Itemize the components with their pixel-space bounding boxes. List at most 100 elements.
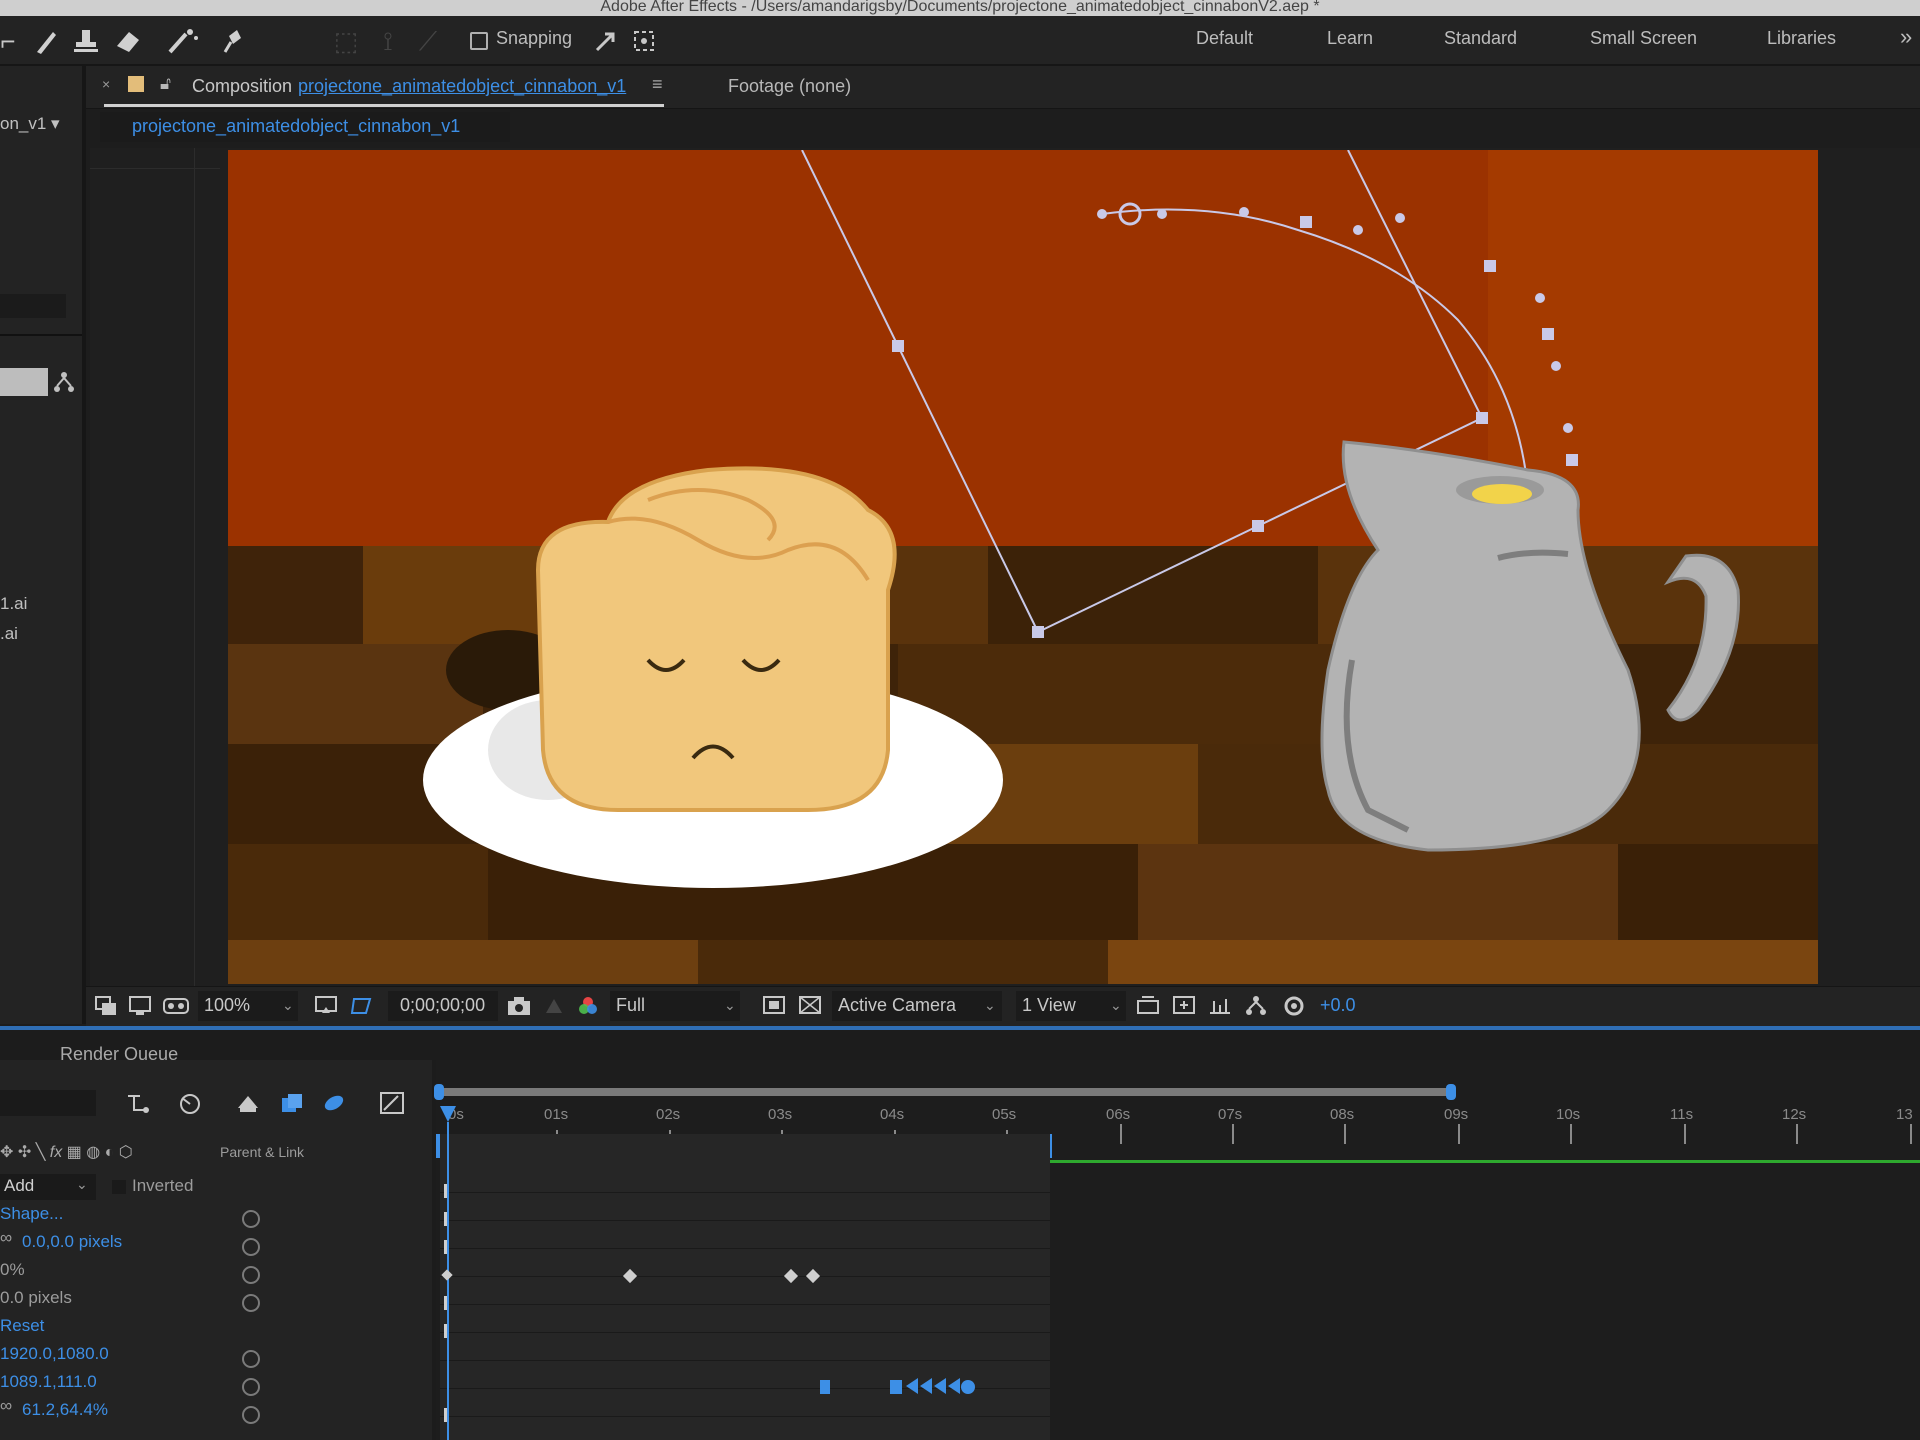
time-navigator-bar[interactable] bbox=[438, 1088, 1450, 1096]
project-item[interactable]: .ai bbox=[0, 624, 18, 644]
snap-edges-icon[interactable] bbox=[590, 26, 622, 56]
shy-layers-icon[interactable] bbox=[234, 1090, 262, 1121]
zoom-dropdown[interactable]: 100% ⌄ bbox=[198, 991, 298, 1021]
stopwatch-icon[interactable] bbox=[242, 1378, 260, 1396]
resolution-value: Full bbox=[616, 995, 646, 1015]
timecode-field[interactable]: 0;00;00;00 bbox=[388, 991, 498, 1021]
comp-mini-flowchart-icon[interactable] bbox=[124, 1090, 152, 1121]
resolution-grid-icon[interactable] bbox=[314, 995, 338, 1022]
scale-value[interactable]: 61.2,64.4% bbox=[22, 1400, 108, 1420]
composition-canvas[interactable] bbox=[228, 150, 1818, 984]
monitor-icon[interactable] bbox=[128, 995, 152, 1022]
vr-goggles-icon[interactable] bbox=[162, 995, 190, 1022]
timeline-icon[interactable] bbox=[1208, 995, 1232, 1022]
camera-snapshot-icon[interactable] bbox=[506, 995, 532, 1022]
stopwatch-icon[interactable] bbox=[242, 1406, 260, 1424]
views-dropdown[interactable]: 1 View ⌄ bbox=[1016, 991, 1126, 1021]
clone-stamp-tool-icon[interactable] bbox=[70, 26, 102, 56]
roto-brush-tool-icon[interactable] bbox=[166, 26, 198, 56]
lock-icon[interactable]: 🔓︎ bbox=[160, 74, 171, 94]
eraser-tool-icon[interactable] bbox=[112, 26, 144, 56]
exposure-value[interactable]: +0.0 bbox=[1320, 995, 1356, 1016]
camera-dropdown[interactable]: Active Camera ⌄ bbox=[832, 991, 1002, 1021]
transparency-grid-icon[interactable] bbox=[798, 995, 822, 1022]
chevron-down-icon: ⌄ bbox=[76, 1176, 88, 1192]
show-snapshot-icon bbox=[542, 995, 566, 1022]
always-preview-icon[interactable] bbox=[94, 995, 118, 1022]
flowchart-icon[interactable] bbox=[52, 370, 76, 399]
project-item[interactable]: 1.ai bbox=[0, 594, 27, 614]
mask-path-value[interactable]: Shape... bbox=[0, 1204, 63, 1224]
pasteboard-guide bbox=[194, 148, 195, 986]
composition-tab-name[interactable]: projectone_animatedobject_cinnabon_v1 bbox=[298, 76, 626, 97]
timeline-search-field[interactable] bbox=[0, 1090, 96, 1116]
inverted-checkbox[interactable] bbox=[112, 1180, 126, 1194]
project-search-field[interactable] bbox=[0, 294, 66, 318]
mask-mode-dropdown[interactable]: Add ⌄ bbox=[0, 1174, 96, 1200]
snapping-checkbox[interactable] bbox=[470, 32, 488, 50]
time-navigator-start-handle[interactable] bbox=[434, 1084, 444, 1100]
composition-tab-prefix[interactable]: Composition bbox=[192, 76, 292, 97]
project-comp-dropdown[interactable]: on_v1 ▾ bbox=[0, 114, 60, 134]
window-title: Adobe After Effects - /Users/amandarigsb… bbox=[600, 0, 1320, 15]
tools-panel: ⌐ ⬚ ⟟ ⟋ Snapping Default Learn Standard … bbox=[0, 16, 1920, 66]
link-icon[interactable]: ∞ bbox=[0, 1396, 12, 1416]
snap-features-icon[interactable] bbox=[628, 26, 660, 56]
close-tab-icon[interactable]: × bbox=[102, 76, 110, 92]
frame-blending-icon[interactable] bbox=[278, 1090, 306, 1121]
timecode-value: 0;00;00;00 bbox=[400, 995, 486, 1015]
stopwatch-icon[interactable] bbox=[242, 1266, 260, 1284]
mask-visibility-icon[interactable] bbox=[350, 995, 374, 1022]
mask-feather-value[interactable]: 0.0,0.0 pixels bbox=[22, 1232, 122, 1252]
in-point-markers bbox=[444, 1184, 447, 1422]
keyframes-layer bbox=[441, 1184, 975, 1422]
mask-opacity-value[interactable]: 0% bbox=[0, 1260, 25, 1280]
workspace-libraries[interactable]: Libraries bbox=[1767, 28, 1836, 49]
view-axis-icon: ⟋ bbox=[418, 26, 438, 56]
motion-blur-icon[interactable] bbox=[320, 1090, 348, 1121]
workspace-overflow-icon[interactable]: » bbox=[1900, 24, 1912, 50]
anchor-point-value[interactable]: 1920.0,1080.0 bbox=[0, 1344, 109, 1364]
chevron-down-icon: ⌄ bbox=[1110, 997, 1122, 1013]
position-value[interactable]: 1089.1,111.0 bbox=[0, 1372, 97, 1392]
comp-breadcrumb[interactable]: projectone_animatedobject_cinnabon_v1 bbox=[100, 112, 510, 142]
workspace-default[interactable]: Default bbox=[1196, 28, 1253, 49]
pasteboard-guide bbox=[90, 168, 220, 169]
footage-tab[interactable]: Footage (none) bbox=[728, 76, 851, 97]
graph-editor-icon[interactable] bbox=[378, 1090, 406, 1121]
draft-3d-icon[interactable] bbox=[176, 1090, 204, 1121]
viewer-controls: 100% ⌄ 0;00;00;00 Full ⌄ Active Camera ⌄… bbox=[86, 986, 1920, 1027]
stopwatch-icon[interactable] bbox=[242, 1210, 260, 1228]
resolution-dropdown[interactable]: Full ⌄ bbox=[610, 991, 740, 1021]
link-icon[interactable]: ∞ bbox=[0, 1228, 12, 1248]
fast-previews-icon[interactable] bbox=[1172, 995, 1196, 1022]
comp-flowchart-icon[interactable] bbox=[1244, 995, 1268, 1022]
toggle-pixel-aspect-icon[interactable] bbox=[1136, 995, 1160, 1022]
exposure-reset-icon[interactable] bbox=[1282, 995, 1306, 1022]
stopwatch-icon[interactable] bbox=[242, 1238, 260, 1256]
puppet-pin-tool-icon[interactable] bbox=[216, 26, 248, 56]
window-title-bar: Adobe After Effects - /Users/amandarigsb… bbox=[0, 0, 1920, 16]
color-channels-icon[interactable] bbox=[576, 995, 600, 1022]
camera-value: Active Camera bbox=[838, 995, 957, 1015]
workspace-standard[interactable]: Standard bbox=[1444, 28, 1517, 49]
region-of-interest-icon[interactable] bbox=[762, 995, 786, 1022]
rotate-tool-icon[interactable]: ⌐ bbox=[0, 26, 24, 56]
stopwatch-icon[interactable] bbox=[242, 1350, 260, 1368]
project-selected-row[interactable] bbox=[0, 368, 48, 396]
playhead[interactable] bbox=[440, 1106, 456, 1122]
snapping-label: Snapping bbox=[496, 28, 573, 48]
tab-menu-icon[interactable]: ≡ bbox=[652, 74, 663, 95]
active-tab-underline bbox=[104, 104, 664, 107]
viewer-tab-row: × 🔓︎ Composition projectone_animatedobje… bbox=[86, 66, 1920, 109]
stopwatch-icon[interactable] bbox=[242, 1294, 260, 1312]
workspace-learn[interactable]: Learn bbox=[1327, 28, 1373, 49]
comp-breadcrumb-label[interactable]: projectone_animatedobject_cinnabon_v1 bbox=[132, 116, 460, 137]
inverted-label: Inverted bbox=[132, 1176, 194, 1195]
mask-expansion-value[interactable]: 0.0 pixels bbox=[0, 1288, 72, 1308]
position-keyframes bbox=[820, 1378, 975, 1394]
workspace-small-screen[interactable]: Small Screen bbox=[1590, 28, 1697, 49]
time-navigator-end-handle[interactable] bbox=[1446, 1084, 1456, 1100]
brush-tool-icon[interactable] bbox=[30, 26, 62, 56]
transform-reset-link[interactable]: Reset bbox=[0, 1316, 44, 1336]
